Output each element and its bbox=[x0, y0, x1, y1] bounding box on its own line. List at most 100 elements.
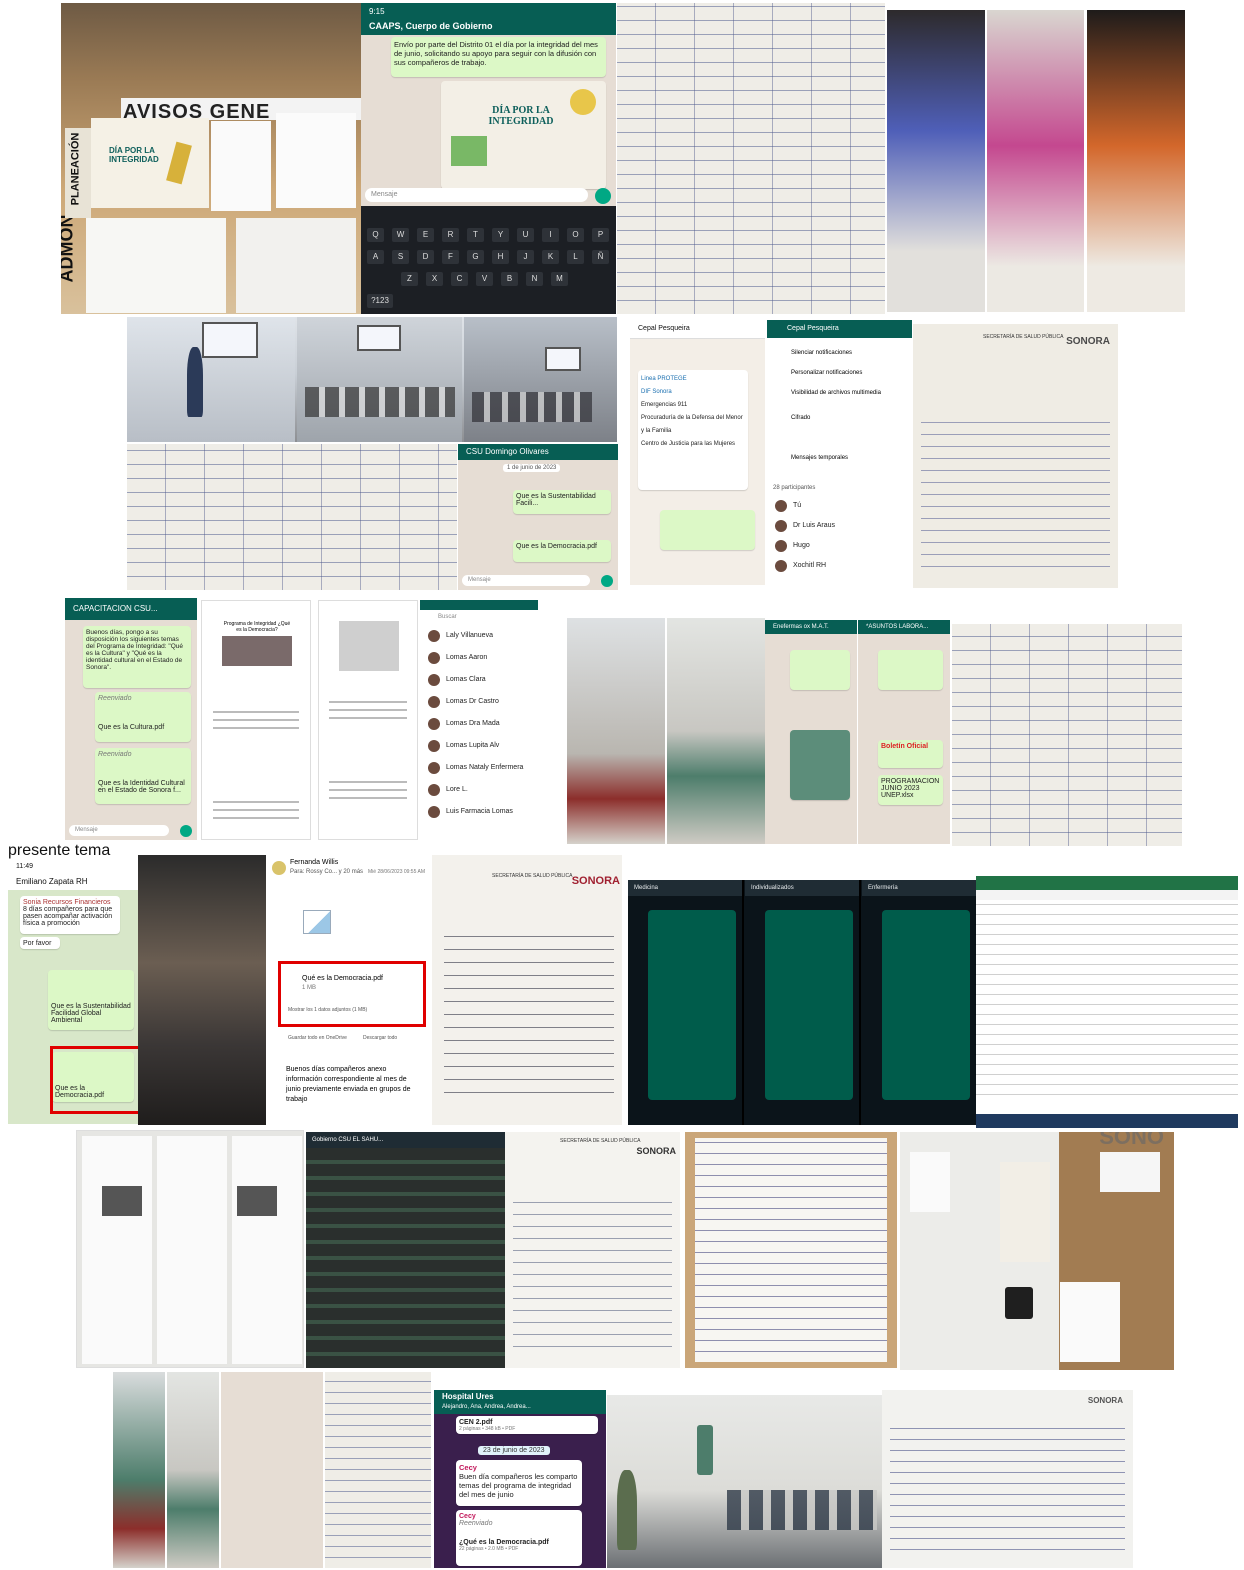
doc-meta: 2 páginas • 348 kB • PDF bbox=[459, 1426, 516, 1432]
chat-title[interactable]: Individualizados bbox=[745, 880, 859, 896]
member-name: Tú bbox=[793, 502, 802, 509]
doc-bubble[interactable] bbox=[878, 650, 943, 690]
forwarded-doc-bubble[interactable]: Cecy Reenviado ¿Qué es la Democracia.pdf… bbox=[456, 1510, 582, 1566]
chat-title[interactable]: Emiliano Zapata RH bbox=[16, 877, 88, 886]
key-z[interactable]: Z bbox=[401, 272, 418, 286]
boletin-bubble[interactable]: Boletín Oficial bbox=[878, 740, 943, 768]
doc-bubble[interactable] bbox=[660, 510, 755, 550]
attachment-highlight bbox=[278, 961, 426, 1027]
contact-name: Lomas Lupita Alv bbox=[446, 742, 500, 749]
member-row[interactable]: Xochitl RH bbox=[775, 558, 904, 576]
message-input[interactable]: Mensaje bbox=[462, 575, 590, 586]
contact-row[interactable]: Lore L. bbox=[428, 782, 530, 800]
contact-row[interactable]: Lomas Dra Mada bbox=[428, 716, 530, 734]
key-x[interactable]: X bbox=[426, 272, 443, 286]
contact-row[interactable]: Lomas Aaron bbox=[428, 650, 530, 668]
key-j[interactable]: J bbox=[517, 250, 534, 264]
poster-image-bubble[interactable]: DÍA POR LA INTEGRIDAD bbox=[441, 81, 606, 189]
disappearing-messages-option[interactable]: Mensajes temporales bbox=[791, 455, 848, 461]
contact-row[interactable]: Lomas Clara bbox=[428, 672, 530, 690]
xlsx-bubble[interactable]: PROGRAMACION JUNIO 2023 UNEP.xlsx bbox=[878, 775, 943, 805]
dark-chat-panel: Enfermería bbox=[862, 880, 976, 1125]
media-visibility-option[interactable]: Visibilidad de archivos multimedia bbox=[791, 390, 881, 396]
contact-row[interactable]: Lomas Lupita Alv bbox=[428, 738, 530, 756]
mute-option[interactable]: Silenciar notificaciones bbox=[791, 350, 852, 356]
message-input[interactable]: Mensaje bbox=[69, 825, 169, 836]
sonora-logo: SONORA bbox=[1087, 1396, 1123, 1405]
doc-bubble-1[interactable]: Que es la Sustentabilidad Facilidad Glob… bbox=[48, 970, 134, 1030]
custom-notifications-option[interactable]: Personalizar notificaciones bbox=[791, 370, 862, 376]
chat-title[interactable]: CAAPS, Cuerpo de Gobierno bbox=[369, 21, 493, 31]
mic-button[interactable] bbox=[595, 188, 611, 204]
doc-bubble-2[interactable]: Reenviado Que es la Identidad Cultural e… bbox=[95, 748, 191, 804]
member-row[interactable]: Dr Luis Araus bbox=[775, 518, 904, 536]
whatsapp-cepal-chat: Cepal Pesqueira Linea PROTEGE DIF Sonora… bbox=[630, 320, 765, 585]
sonora-logo: SONORA bbox=[571, 875, 620, 887]
key-m[interactable]: M bbox=[551, 272, 568, 286]
mic-button[interactable] bbox=[180, 825, 192, 837]
show-attachments-link[interactable]: Mostrar los 1 datos adjuntos (1 MB) bbox=[288, 1007, 367, 1013]
message-bubble bbox=[648, 910, 736, 1100]
key-f[interactable]: F bbox=[442, 250, 459, 264]
message-input[interactable]: Mensaje bbox=[365, 188, 588, 202]
attachment-name[interactable]: Qué es la Democracia.pdf bbox=[302, 975, 383, 982]
hotline-item: Linea PROTEGE bbox=[641, 376, 687, 382]
key-b[interactable]: B bbox=[501, 272, 518, 286]
chat-title[interactable]: Hospital Ures bbox=[442, 1392, 606, 1402]
key-o[interactable]: O bbox=[567, 228, 584, 242]
key-l[interactable]: L bbox=[567, 250, 584, 264]
key-d[interactable]: D bbox=[417, 250, 434, 264]
planeacion-sign: PLANEACIÓN bbox=[69, 132, 82, 206]
contact-row[interactable]: Laly Villanueva bbox=[428, 628, 530, 646]
search-input[interactable]: Buscar bbox=[438, 614, 457, 620]
contact-row[interactable]: Luis Farmacia Lomas bbox=[428, 804, 530, 822]
key-r[interactable]: R bbox=[442, 228, 459, 242]
doc-bubble[interactable] bbox=[790, 650, 850, 690]
key-k[interactable]: K bbox=[542, 250, 559, 264]
key-t[interactable]: T bbox=[467, 228, 484, 242]
avatar bbox=[775, 560, 787, 572]
key-h[interactable]: H bbox=[492, 250, 509, 264]
save-onedrive-link[interactable]: Guardar todo en OneDrive bbox=[288, 1035, 347, 1041]
sender: Cecy bbox=[459, 1463, 477, 1472]
chat-title[interactable]: Cepal Pesqueira bbox=[630, 320, 765, 339]
chat-title[interactable]: Enfermería bbox=[862, 880, 976, 896]
doc-bubble-1[interactable]: Que es la Sustentabilidad Facili... bbox=[513, 490, 611, 514]
mic-button[interactable] bbox=[601, 575, 613, 587]
contacts-bubble: Linea PROTEGE DIF Sonora Emergencias 911… bbox=[638, 370, 748, 490]
key-ñ[interactable]: Ñ bbox=[592, 250, 609, 264]
key-numbers[interactable]: ?123 bbox=[367, 294, 393, 308]
chat-title[interactable]: CSU Domingo Olivares bbox=[458, 444, 618, 460]
doc-bubble-1[interactable]: Reenviado Que es la Cultura.pdf bbox=[95, 692, 191, 742]
chat-title[interactable]: Medicina bbox=[628, 880, 742, 896]
chat-title[interactable]: *ASUNTOS LABORA... bbox=[858, 620, 950, 634]
key-n[interactable]: N bbox=[526, 272, 543, 286]
member-row[interactable]: Hugo bbox=[775, 538, 904, 556]
key-w[interactable]: W bbox=[392, 228, 409, 242]
key-e[interactable]: E bbox=[417, 228, 434, 242]
status-time: 9:15 bbox=[369, 7, 385, 16]
key-y[interactable]: Y bbox=[492, 228, 509, 242]
clinic-photos bbox=[567, 618, 765, 844]
chat-title[interactable]: CAPACITACION CSU... bbox=[65, 598, 197, 620]
key-g[interactable]: G bbox=[467, 250, 484, 264]
chat-title[interactable]: Enefermas ox M.A.T. bbox=[765, 620, 857, 634]
key-p[interactable]: P bbox=[592, 228, 609, 242]
key-q[interactable]: Q bbox=[367, 228, 384, 242]
doc-bubble-2[interactable]: Que es la Democracia.pdf bbox=[513, 540, 611, 562]
download-all-link[interactable]: Descargar todo bbox=[363, 1035, 397, 1041]
key-c[interactable]: C bbox=[451, 272, 468, 286]
key-u[interactable]: U bbox=[517, 228, 534, 242]
doc-bubble-top[interactable]: CEN 2.pdf 2 páginas • 348 kB • PDF bbox=[456, 1416, 598, 1434]
member-row[interactable]: Tú bbox=[775, 498, 904, 516]
contact-row[interactable]: Lomas Nataly Enfermera bbox=[428, 760, 530, 778]
contact-row[interactable]: Lomas Dr Castro bbox=[428, 694, 530, 712]
boletin-link[interactable]: Boletín Oficial bbox=[881, 743, 928, 750]
key-i[interactable]: I bbox=[542, 228, 559, 242]
key-a[interactable]: A bbox=[367, 250, 384, 264]
key-s[interactable]: S bbox=[392, 250, 409, 264]
key-v[interactable]: V bbox=[476, 272, 493, 286]
doc-name: ¿Qué es la Democracia.pdf bbox=[459, 1539, 549, 1546]
chat-title[interactable]: Gobierno CSU EL SAHU... bbox=[306, 1132, 506, 1148]
encryption-option[interactable]: Cifrado bbox=[791, 415, 810, 421]
